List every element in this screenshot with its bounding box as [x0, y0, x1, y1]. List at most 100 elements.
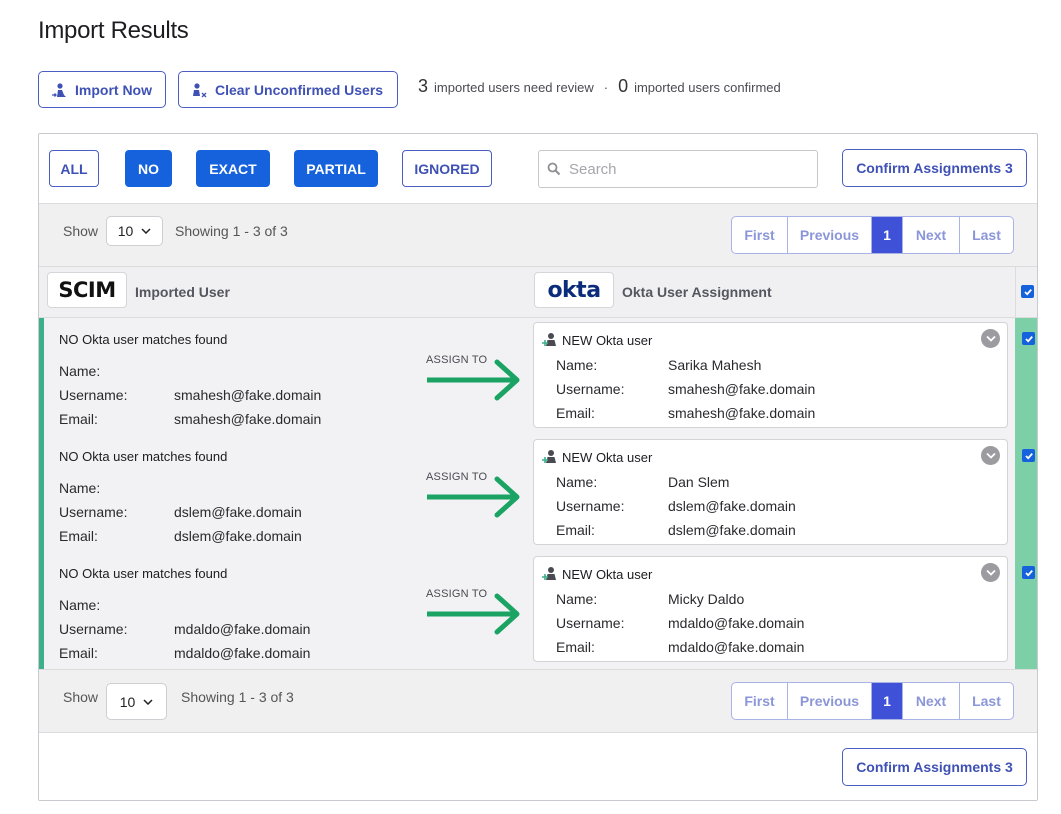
match-status-text: NO Okta user matches found — [59, 566, 228, 581]
page-last-button[interactable]: Last — [960, 217, 1013, 253]
page-current-button[interactable]: 1 — [872, 683, 903, 719]
row-checkbox[interactable] — [1022, 332, 1035, 345]
okta-user-card: NEW Okta user Name: Dan Slem Username: d… — [533, 439, 1008, 545]
user-rows: NO Okta user matches found Name: Usernam… — [39, 318, 1037, 669]
add-user-icon — [542, 450, 556, 463]
okta-name-label: Name: — [556, 357, 598, 373]
table-row: NO Okta user matches found Name: Usernam… — [39, 552, 1035, 669]
import-now-button[interactable]: Import Now — [38, 71, 166, 108]
page-current-button[interactable]: 1 — [872, 217, 903, 253]
confirm-assignments-button-top[interactable]: Confirm Assignments 3 — [842, 149, 1027, 187]
imported-email-value: dslem@fake.domain — [174, 528, 302, 544]
confirmed-count: 0 — [618, 76, 629, 96]
okta-name-value: Micky Daldo — [668, 591, 745, 607]
okta-name-label: Name: — [556, 591, 598, 607]
page-size-select[interactable]: 10 — [106, 216, 163, 246]
imported-email-value: smahesh@fake.domain — [174, 411, 322, 427]
imported-username-value: dslem@fake.domain — [174, 504, 302, 520]
page-previous-button[interactable]: Previous — [788, 217, 872, 253]
page-next-button[interactable]: Next — [903, 683, 960, 719]
new-user-title: NEW Okta user — [541, 566, 652, 582]
page-first-button[interactable]: First — [732, 217, 788, 253]
filter-all-button[interactable]: ALL — [49, 150, 99, 187]
imported-name-label: Name: — [59, 363, 101, 379]
page-title: Import Results — [38, 17, 189, 44]
okta-email-label: Email: — [556, 639, 595, 655]
row-checkbox[interactable] — [1022, 449, 1035, 462]
page-size-value: 10 — [117, 223, 134, 239]
okta-user-card: NEW Okta user Name: Micky Daldo Username… — [533, 556, 1008, 662]
okta-logo: okta — [534, 272, 614, 308]
arrow-right-icon — [427, 359, 520, 401]
okta-username-value: mdaldo@fake.domain — [668, 615, 805, 631]
column-header: SCIM Imported User okta Okta User Assign… — [39, 266, 1037, 318]
okta-username-label: Username: — [556, 381, 625, 397]
confirmed-text: imported users confirmed — [634, 80, 781, 95]
search-input[interactable] — [567, 159, 787, 179]
expand-chevron-icon[interactable] — [981, 329, 1000, 348]
search-box[interactable] — [538, 150, 818, 188]
okta-email-value: smahesh@fake.domain — [668, 405, 816, 421]
imported-username-label: Username: — [59, 387, 128, 403]
checkbox-column — [1015, 318, 1037, 669]
imported-username-label: Username: — [59, 504, 128, 520]
imported-email-label: Email: — [59, 645, 98, 661]
okta-user-card: NEW Okta user Name: Sarika Mahesh Userna… — [533, 322, 1008, 428]
scim-logo: SCIM — [47, 272, 127, 308]
pagination-bar-bottom: Show 10 Showing 1 - 3 of 3 First Previou… — [39, 669, 1037, 732]
okta-email-label: Email: — [556, 522, 595, 538]
filter-no-button[interactable]: NO — [125, 150, 172, 187]
checkmark-icon — [1024, 452, 1033, 460]
okta-username-value: dslem@fake.domain — [668, 498, 796, 514]
pagination-bar-top: Show 10 Showing 1 - 3 of 3 First Previou… — [39, 203, 1037, 266]
showing-text: Showing 1 - 3 of 3 — [175, 223, 288, 239]
imported-username-value: mdaldo@fake.domain — [174, 621, 311, 637]
review-count: 3 — [418, 76, 429, 96]
imported-user-column-label: Imported User — [135, 284, 230, 300]
expand-chevron-icon[interactable] — [981, 563, 1000, 582]
arrow-right-icon — [427, 476, 520, 518]
page-last-button[interactable]: Last — [960, 683, 1013, 719]
select-all-column — [1015, 267, 1037, 318]
new-user-title: NEW Okta user — [541, 332, 652, 348]
okta-email-value: mdaldo@fake.domain — [668, 639, 805, 655]
table-row: NO Okta user matches found Name: Usernam… — [39, 318, 1035, 435]
select-all-checkbox[interactable] — [1021, 285, 1034, 298]
okta-email-value: dslem@fake.domain — [668, 522, 796, 538]
import-results-panel: ALL NO EXACT PARTIAL IGNORED Confirm Ass… — [38, 133, 1038, 801]
arrow-right-icon — [427, 593, 520, 635]
match-status-text: NO Okta user matches found — [59, 449, 228, 464]
row-checkbox[interactable] — [1022, 566, 1035, 579]
panel-footer: Confirm Assignments 3 — [39, 732, 1037, 800]
page-next-button[interactable]: Next — [903, 217, 960, 253]
page-first-button[interactable]: First — [732, 683, 788, 719]
confirm-assignments-button-bottom[interactable]: Confirm Assignments 3 — [842, 748, 1027, 786]
imported-username-label: Username: — [59, 621, 128, 637]
page-size-select[interactable]: 10 — [106, 683, 167, 720]
filter-ignored-button[interactable]: IGNORED — [402, 150, 492, 187]
add-user-icon — [542, 567, 556, 580]
remove-user-icon — [193, 82, 207, 97]
import-summary: 3 imported users need review · 0 importe… — [418, 76, 781, 97]
imported-name-label: Name: — [59, 597, 101, 613]
okta-email-label: Email: — [556, 405, 595, 421]
checkmark-icon — [1024, 569, 1033, 577]
okta-user-assignment-column-label: Okta User Assignment — [622, 284, 772, 300]
filter-exact-button[interactable]: EXACT — [196, 150, 270, 187]
imported-email-label: Email: — [59, 528, 98, 544]
expand-chevron-icon[interactable] — [981, 446, 1000, 465]
checkmark-icon — [1024, 335, 1033, 343]
imported-email-value: mdaldo@fake.domain — [174, 645, 311, 661]
clear-unconfirmed-label: Clear Unconfirmed Users — [215, 81, 384, 98]
table-row: NO Okta user matches found Name: Usernam… — [39, 435, 1035, 552]
page-size-value: 10 — [119, 693, 136, 710]
chevron-down-icon — [143, 698, 153, 705]
clear-unconfirmed-users-button[interactable]: Clear Unconfirmed Users — [178, 71, 398, 108]
okta-username-label: Username: — [556, 615, 625, 631]
okta-name-label: Name: — [556, 474, 598, 490]
chevron-down-icon — [141, 228, 151, 234]
search-icon — [547, 162, 561, 176]
filter-partial-button[interactable]: PARTIAL — [294, 150, 378, 187]
show-label: Show — [63, 689, 99, 705]
page-previous-button[interactable]: Previous — [788, 683, 872, 719]
